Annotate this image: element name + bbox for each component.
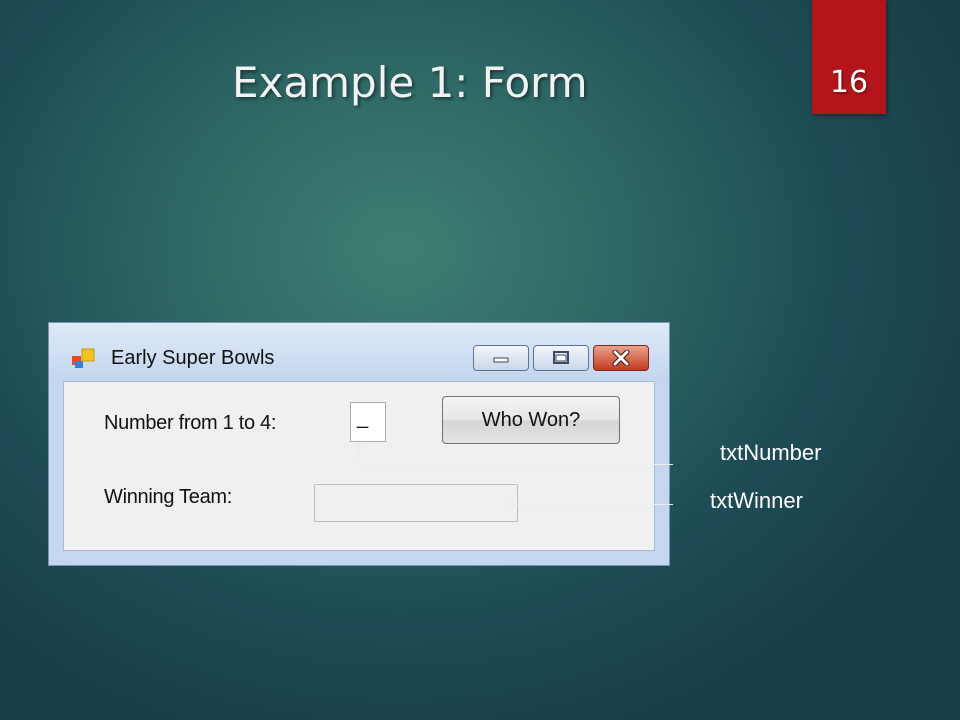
window-titlebar[interactable]: Early Super Bowls [49,323,669,381]
callout-arrow-number [355,442,363,449]
minimize-icon [493,357,509,363]
minimize-button[interactable] [473,345,529,371]
windows-form-icon [72,348,95,368]
slide-title: Example 1: Form [232,58,588,107]
number-input[interactable]: _ [350,402,386,442]
winner-label: Winning Team: [104,486,233,508]
page-number: 16 [829,65,869,100]
callout-label-number: txtNumber [720,440,822,465]
form-client-area: Number from 1 to 4: _ Who Won? Winning T… [63,381,655,551]
callout-line-winner [512,504,673,505]
window-title: Early Super Bowls [111,347,275,369]
who-won-button[interactable]: Who Won? [442,396,620,444]
maximize-icon [553,351,569,364]
number-label: Number from 1 to 4: [104,412,277,434]
winner-output [314,484,518,522]
callout-line-number-horizontal [359,464,673,465]
maximize-button[interactable] [533,345,589,371]
callout-line-number-vertical [359,448,360,464]
close-icon [612,350,630,366]
close-button[interactable] [593,345,649,371]
page-number-badge: 16 [812,0,886,114]
callout-label-winner: txtWinner [710,488,803,513]
